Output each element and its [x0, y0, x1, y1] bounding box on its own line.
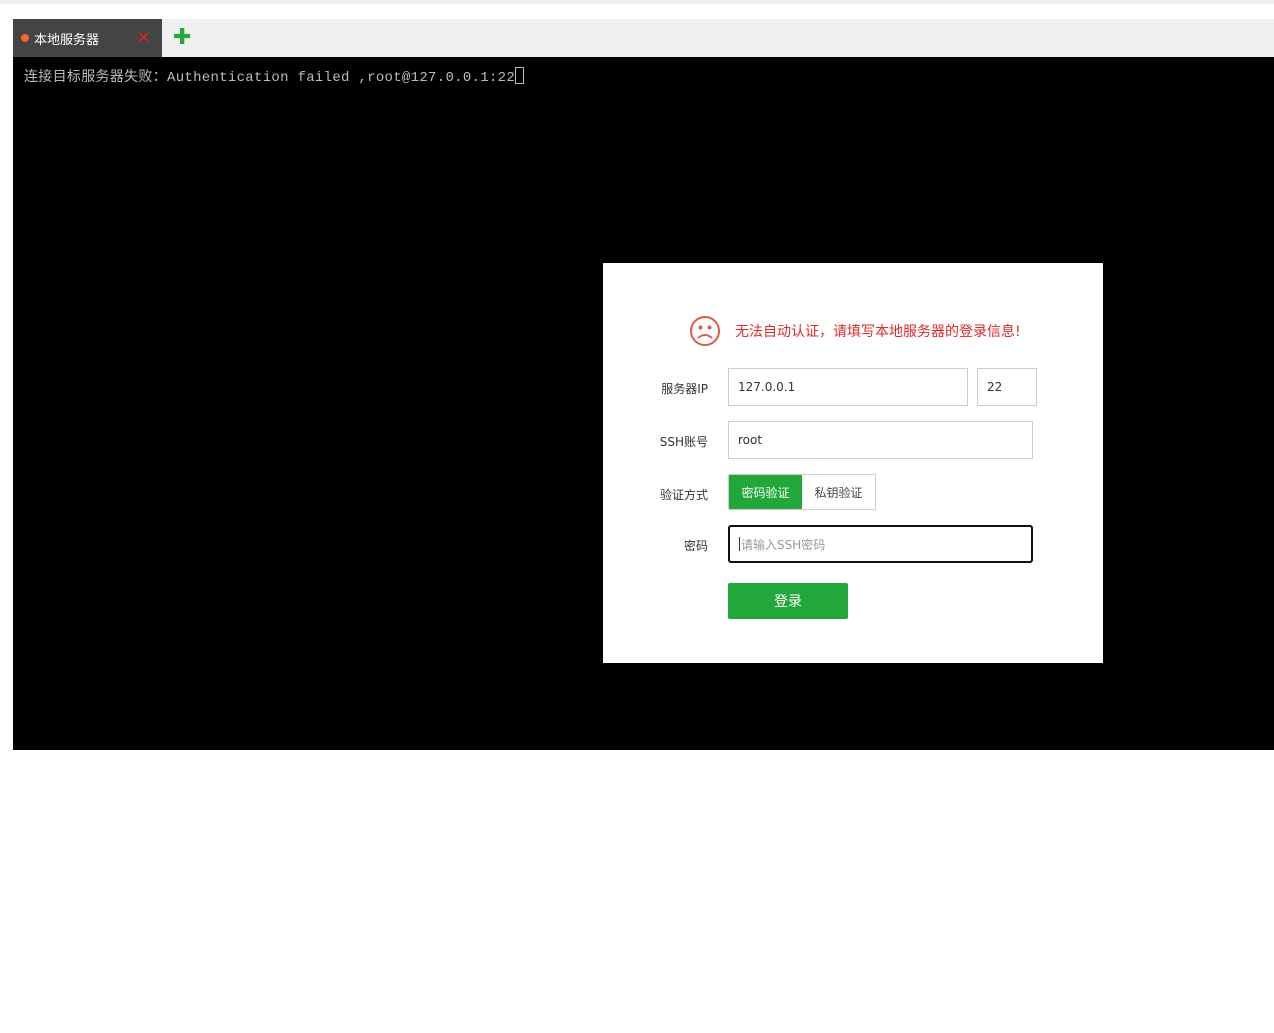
error-message-text: 无法自动认证，请填写本地服务器的登录信息!: [735, 324, 1021, 340]
key-auth-button[interactable]: 私钥验证: [802, 475, 875, 509]
plus-icon[interactable]: ✚: [173, 25, 191, 50]
terminal-cursor: [515, 67, 525, 84]
error-message: 无法自动认证，请填写本地服务器的登录信息!: [689, 315, 1021, 347]
login-button[interactable]: 登录: [728, 583, 848, 619]
ssh-account-label: SSH账号: [659, 435, 708, 449]
tab-bar: 本地服务器 ✕ ✚: [13, 19, 1274, 57]
top-strip: [0, 0, 1274, 4]
password-auth-button[interactable]: 密码验证: [729, 475, 802, 509]
server-ip-label: 服务器IP: [661, 382, 708, 396]
password-label: 密码: [683, 539, 708, 553]
terminal-output: 连接目标服务器失败：Authentication failed ,root@12…: [24, 66, 525, 86]
auth-method-toggle: 密码验证 私钥验证: [728, 474, 876, 510]
status-dot-icon: [21, 34, 29, 42]
terminal-text: 连接目标服务器失败：Authentication failed ,root@12…: [24, 70, 516, 86]
server-ip-input[interactable]: 127.0.0.1: [728, 368, 968, 406]
tab-local-server[interactable]: 本地服务器 ✕: [13, 19, 162, 57]
password-placeholder: 请输入SSH密码: [741, 537, 826, 552]
port-input[interactable]: 22: [977, 368, 1037, 406]
sad-face-icon: [690, 316, 720, 346]
password-input[interactable]: 请输入SSH密码: [728, 525, 1033, 563]
login-dialog: 无法自动认证，请填写本地服务器的登录信息! 服务器IP 127.0.0.1 22…: [603, 263, 1103, 663]
close-icon[interactable]: ✕: [137, 28, 150, 47]
ssh-account-input[interactable]: root: [728, 421, 1033, 459]
auth-method-label: 验证方式: [659, 488, 708, 502]
text-caret: [739, 537, 740, 551]
tab-label: 本地服务器: [34, 32, 100, 48]
